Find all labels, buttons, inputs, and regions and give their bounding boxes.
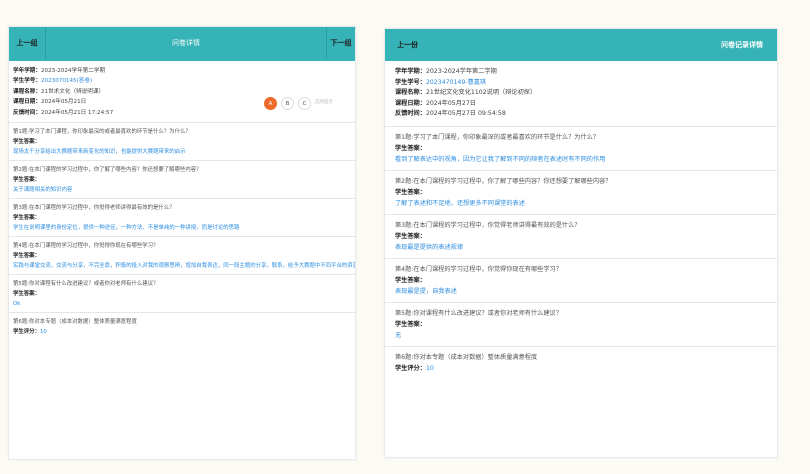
left-questionnaire-panel: 上一组 问卷详情 下一组 学年学期：2023-2024学年第二学期 学生学号：2… <box>8 26 356 460</box>
answer-text: 学生在说明课里的身份定位，提供一种途径，一种方法，不是单纯的一种讲授，而是讨论的… <box>13 225 240 232</box>
question-item: 第4题:在本门课程的学习过程中，你觉得你现在有哪些学习？ 学生答案： 实践与课堂… <box>9 237 355 276</box>
score-row: 学生评分：10 <box>395 363 767 374</box>
answer-label: 学生答案： <box>395 276 426 284</box>
answer-text: Ok <box>13 301 21 308</box>
question-item: 第1题:学习了本门课程，你印象最深的或者最喜欢的环节是什么？为什么？ 学生答案：… <box>9 123 355 162</box>
question-item: 第6题:你对本专题（成本对数据）整体质量满意程度 学生评分：10 <box>385 347 777 379</box>
question-text: 第3题:在本门课程的学习过程中，你觉得老师讲得最有效的是什么？ <box>13 205 175 212</box>
answer-label: 学生答案： <box>13 253 40 260</box>
question-item: 第2题:在本门课程的学习过程中，你了解了哪些内容？你还想要了解哪些内容？ 学生答… <box>9 161 355 200</box>
answer-text: 实践与课堂交流，交流与分享，不完全靠，积极的投入对我的观察思辨，增加自我表达，同… <box>13 263 355 270</box>
question-text: 第4题:在本门课程的学习过程中，你觉得你现在有哪些学习？ <box>13 243 159 250</box>
question-text: 第6题:你对本专题（成本对数据）整体质量满意程度 <box>13 319 137 326</box>
answer-label: 学生答案： <box>395 188 426 196</box>
answer-label: 学生答案： <box>395 320 426 328</box>
right-prev-record-button[interactable]: 上一份 <box>397 29 418 61</box>
option-selector: A B C 选项提示 <box>264 97 333 110</box>
info-row: 学生学号：2023470149-曹嘉琪 <box>395 78 487 86</box>
answer-text: 表现最是提供的表述规律 <box>395 243 464 251</box>
question-item: 第5题:你对课程有什么改进建议？或者你对老师有什么建议？ 学生答案： Ok <box>9 275 355 314</box>
left-panel-title: 问卷详情 <box>172 39 200 47</box>
left-panel-header: 上一组 问卷详情 下一组 <box>9 27 355 61</box>
page-canvas: 上一组 问卷详情 下一组 学年学期：2023-2024学年第二学期 学生学号：2… <box>0 0 810 474</box>
answer-label: 学生答案： <box>395 144 426 152</box>
left-info-block: 学年学期：2023-2024学年第二学期 学生学号：2023070145(答卷)… <box>9 61 355 124</box>
score-value: 10 <box>39 329 47 336</box>
right-panel-header: 上一份 问卷记录详情 <box>385 29 777 61</box>
option-a-button[interactable]: A <box>264 97 277 110</box>
answer-text: 看到了解表达中的视角，因为它让我了解到不同的辩者在表述时有不同的作用 <box>395 155 606 163</box>
info-row: 课程名称：21世纪文化变化1102说明（辩论初探） <box>395 89 537 97</box>
right-panel-title: 问卷记录详情 <box>721 41 763 49</box>
answer-text: 了解了表述和不足地，还想更多不同课堂的表述 <box>395 199 525 207</box>
question-text: 第1题:学习了本门课程，你印象最深的或者最喜欢的环节是什么？为什么？ <box>13 129 191 136</box>
question-text: 第5题:你对课程有什么改进建议？或者你对老师有什么建议？ <box>13 281 159 288</box>
option-c-button[interactable]: C <box>298 97 311 110</box>
answer-text: 表现最是提，自我表述 <box>395 287 457 295</box>
info-row: 反馈时间：2024年05月27日 09:54:58 <box>395 110 506 118</box>
answer-text: 无 <box>395 331 402 339</box>
question-item: 第6题:你对本专题（成本对数据）整体质量满意程度 学生评分：10 <box>9 313 355 340</box>
right-info-block: 学年学期：2023-2024学年第二学期 学生学号：2023470149-曹嘉琪… <box>385 61 777 127</box>
student-id-link[interactable]: 2023470149-曹嘉琪 <box>426 79 486 86</box>
question-item: 第3题:在本门课程的学习过程中，你觉得老师讲得最有效的是什么？ 学生答案： 学生… <box>9 199 355 238</box>
left-next-group-button[interactable]: 下一组 <box>326 27 355 59</box>
question-text: 第5题:你对课程有什么改进建议？或者你对老师有什么建议？ <box>395 309 562 317</box>
info-row: 课程日期：2024年05月27日 <box>395 99 476 107</box>
question-item: 第2题:在本门课程的学习过程中，你了解了哪些内容？你还想要了解哪些内容？ 学生答… <box>385 171 777 215</box>
score-label: 学生评分： <box>13 329 40 336</box>
score-label: 学生评分： <box>395 364 426 372</box>
question-item: 第4题:在本门课程的学习过程中，你觉得你现在有哪些学习？ 学生答案： 表现最是提… <box>385 259 777 303</box>
question-text: 第6题:你对本专题（成本对数据）整体质量满意程度 <box>395 353 538 361</box>
score-row: 学生评分：10 <box>13 327 351 337</box>
answer-label: 学生答案： <box>13 139 40 146</box>
right-questionnaire-panel: 上一份 问卷记录详情 学年学期：2023-2024学年第二学期 学生学号：202… <box>384 28 778 458</box>
student-id-link[interactable]: 2023070145(答卷) <box>41 78 92 84</box>
answer-label: 学生答案： <box>395 232 426 240</box>
answer-text: 现场太千分享给出大赛题带来新变化的知识，也能提供大赛题带来的启示 <box>13 149 186 156</box>
question-text: 第3题:在本门课程的学习过程中，你觉得老师讲得最有效的是什么？ <box>395 221 581 229</box>
question-text: 第1题:学习了本门课程，你印象最深的或者最喜欢的环节是什么？为什么？ <box>395 133 600 141</box>
option-hint: 选项提示 <box>315 100 333 106</box>
question-text: 第2题:在本门课程的学习过程中，你了解了哪些内容？你还想要了解哪些内容？ <box>395 177 612 185</box>
info-row: 课程名称：21世术文化（辨说明课） <box>13 88 105 95</box>
info-row: 学年学期：2023-2024学年第二学期 <box>395 68 497 75</box>
info-row: 学年学期：2023-2024学年第二学期 <box>13 68 106 74</box>
answer-label: 学生答案： <box>13 177 40 184</box>
answer-label: 学生答案： <box>13 215 40 222</box>
question-item: 第3题:在本门课程的学习过程中，你觉得老师讲得最有效的是什么？ 学生答案： 表现… <box>385 215 777 259</box>
question-item: 第1题:学习了本门课程，你印象最深的或者最喜欢的环节是什么？为什么？ 学生答案：… <box>385 127 777 171</box>
info-row: 学生学号：2023070145(答卷) <box>13 78 93 85</box>
answer-label: 学生答案： <box>13 291 40 298</box>
question-text: 第2题:在本门课程的学习过程中，你了解了哪些内容？你还想要了解哪些内容？ <box>13 167 202 174</box>
left-prev-group-button[interactable]: 上一组 <box>9 27 46 59</box>
answer-text: 关于课题相关的知识内容 <box>13 187 73 194</box>
option-b-button[interactable]: B <box>281 97 294 110</box>
question-text: 第4题:在本门课程的学习过程中，你觉得你现在有哪些学习？ <box>395 265 562 273</box>
score-value: 10 <box>425 364 434 372</box>
question-item: 第5题:你对课程有什么改进建议？或者你对老师有什么建议？ 学生答案： 无 <box>385 303 777 347</box>
